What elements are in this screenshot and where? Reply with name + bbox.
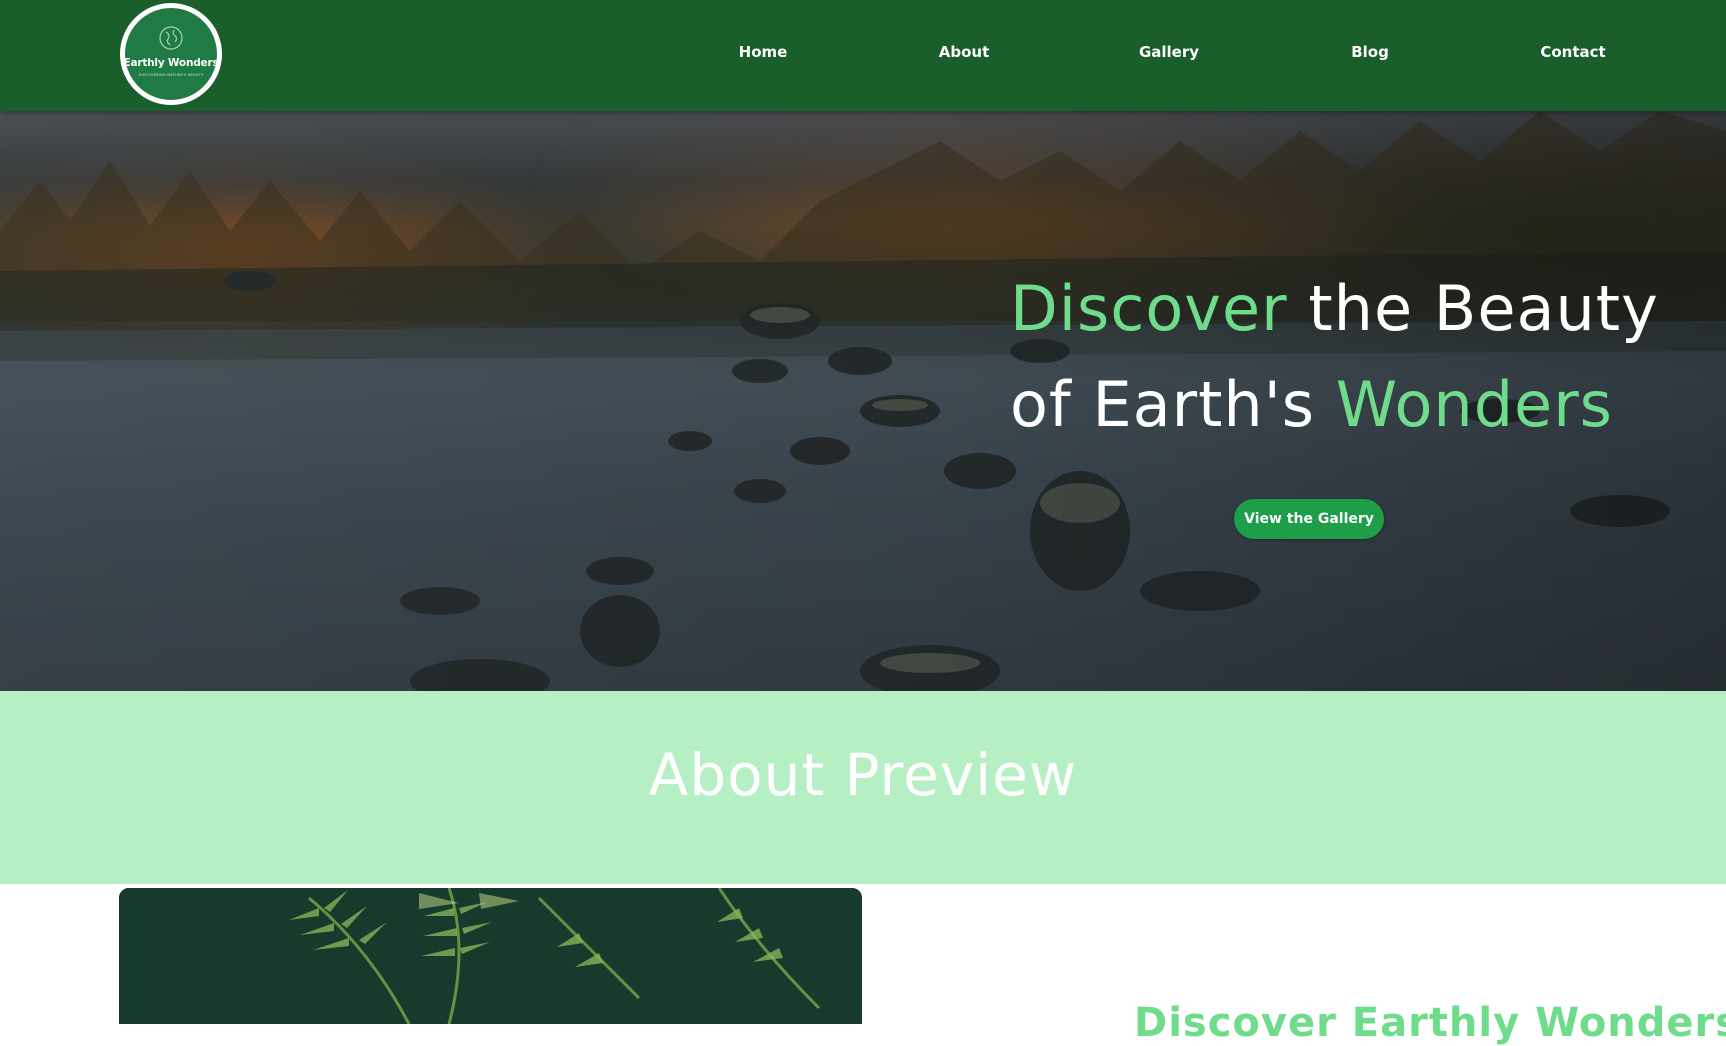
nav-blog[interactable]: Blog <box>1351 43 1389 61</box>
section-heading: Discover Earthly Wonders <box>1134 1000 1726 1046</box>
fern-illustration <box>119 888 862 1024</box>
about-preview-band: About Preview <box>0 691 1726 884</box>
logo-tagline: DISCOVERING NATURE'S BEAUTY <box>138 73 204 77</box>
view-gallery-button[interactable]: View the Gallery <box>1234 499 1384 539</box>
nav-home[interactable]: Home <box>739 43 788 61</box>
nav-about[interactable]: About <box>939 43 990 61</box>
fern-image <box>119 888 862 1024</box>
hero-section: Discover the Beauty of Earth's Wonders V… <box>0 111 1726 691</box>
logo-badge: Earthly Wonders DISCOVERING NATURE'S BEA… <box>123 6 219 102</box>
site-header: Earthly Wonders DISCOVERING NATURE'S BEA… <box>0 0 1726 111</box>
logo-name: Earthly Wonders <box>123 57 219 69</box>
hero-title-accent-2: Wonders <box>1335 368 1613 441</box>
hero-title: Discover the Beauty of Earth's Wonders <box>1010 261 1710 453</box>
globe-icon <box>159 26 183 50</box>
nav-gallery[interactable]: Gallery <box>1139 43 1199 61</box>
hero-title-accent-1: Discover <box>1010 272 1288 345</box>
nav-contact[interactable]: Contact <box>1540 43 1605 61</box>
about-preview-title: About Preview <box>648 741 1078 809</box>
site-logo[interactable]: Earthly Wonders DISCOVERING NATURE'S BEA… <box>120 3 222 105</box>
